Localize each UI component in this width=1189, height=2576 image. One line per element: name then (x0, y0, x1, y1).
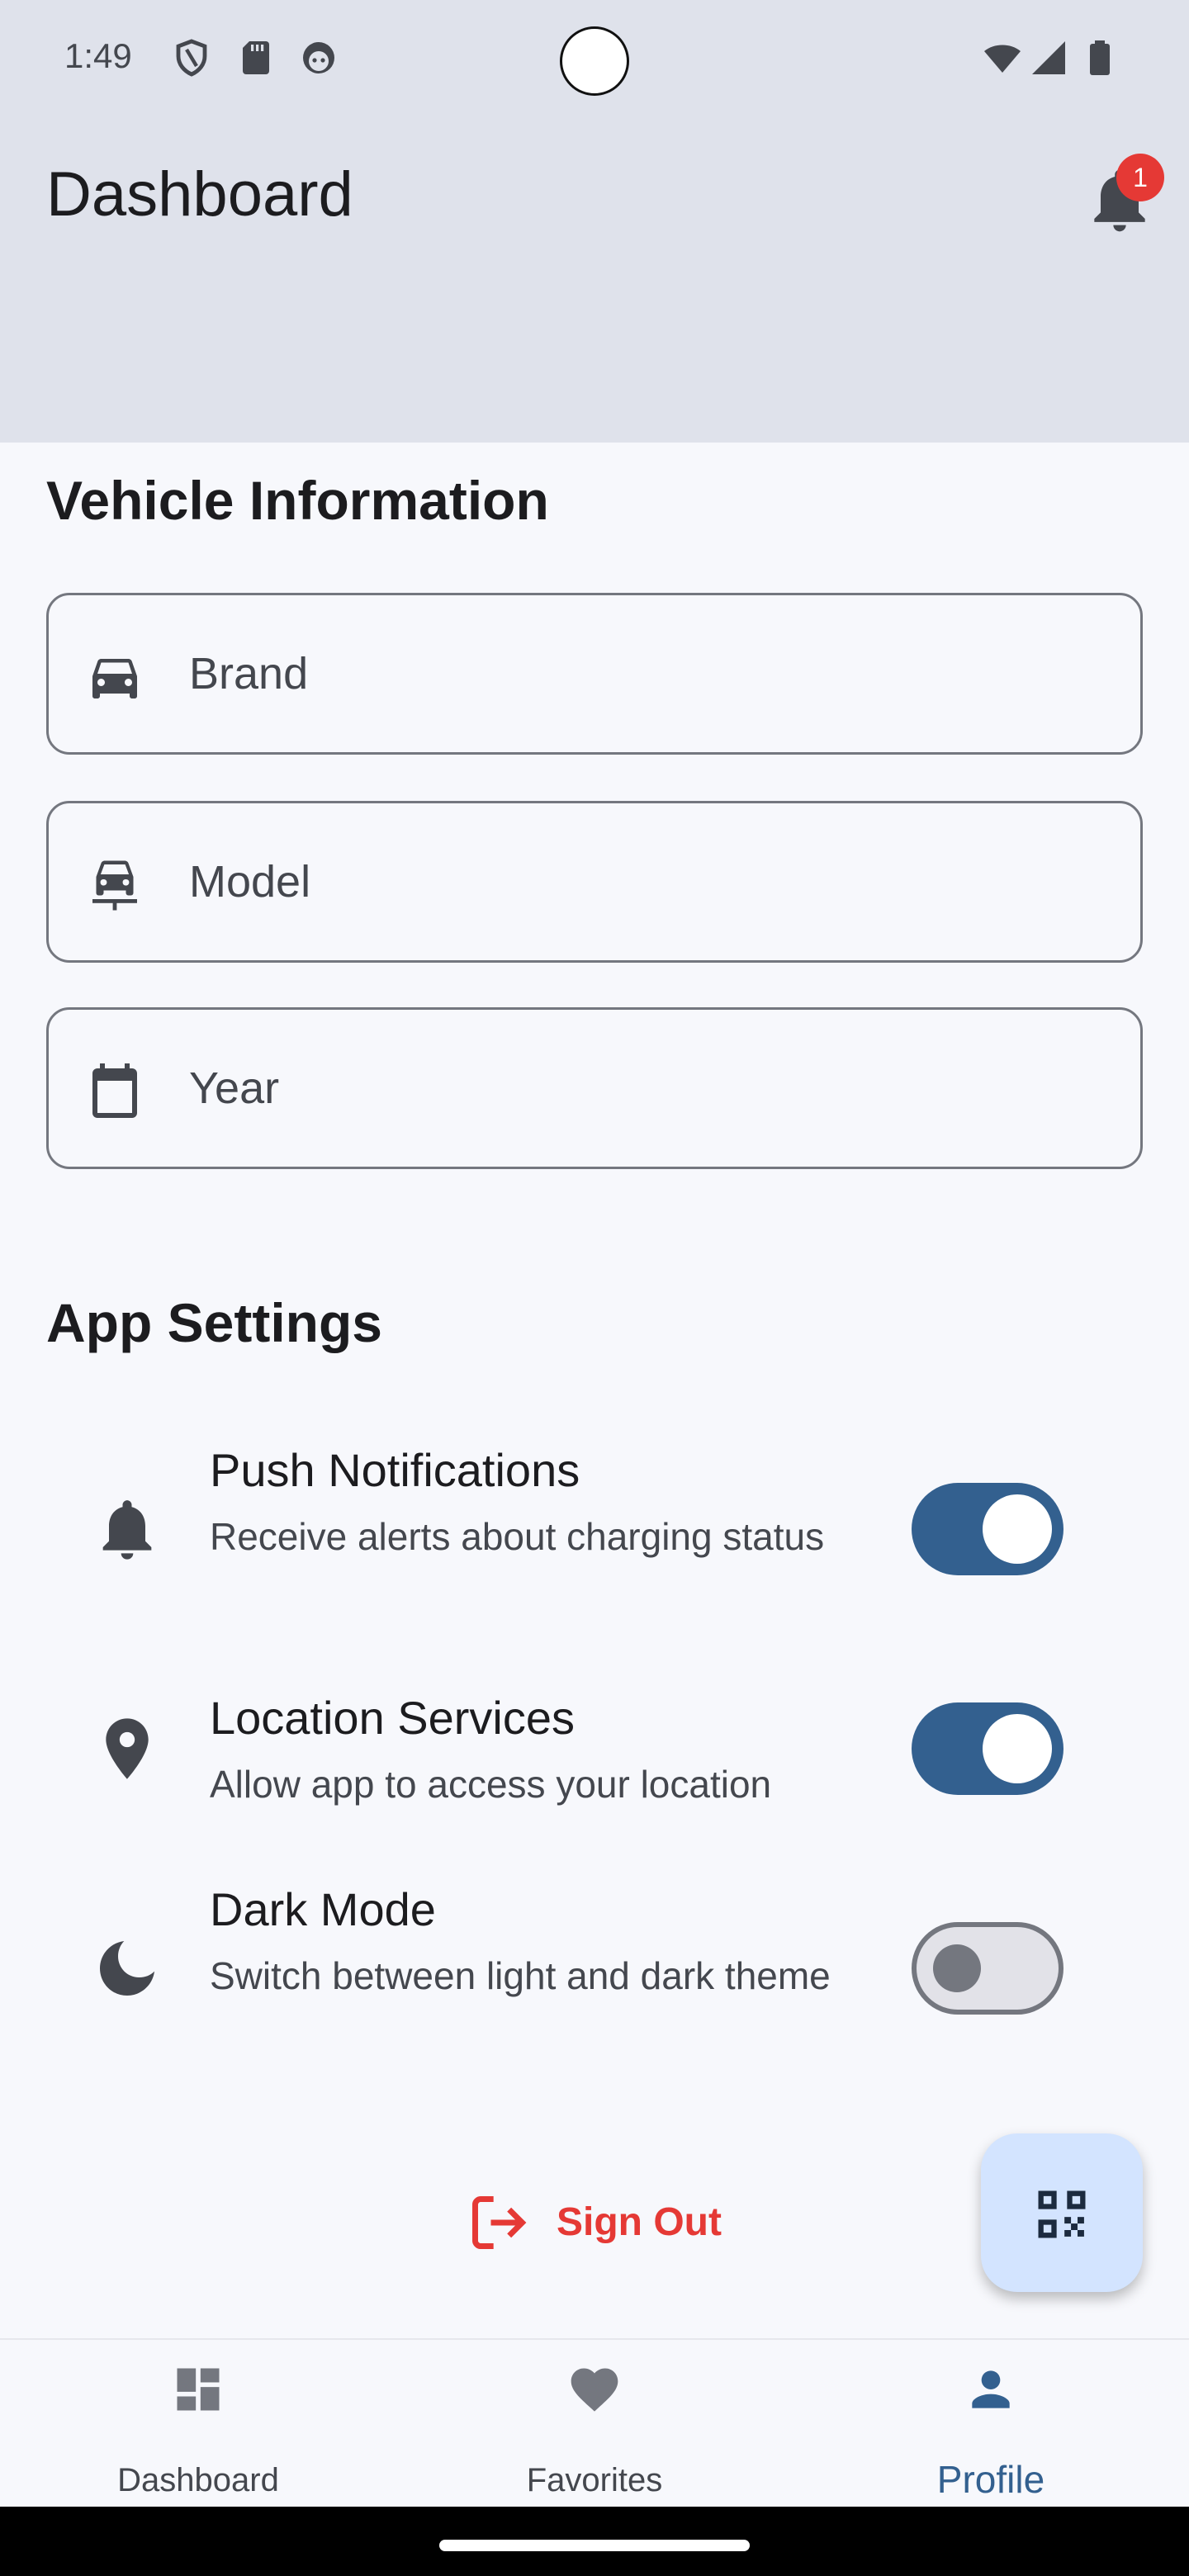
toggle-knob (933, 1944, 981, 1992)
sign-out-button[interactable]: Sign Out (467, 2188, 732, 2257)
gesture-handle[interactable] (439, 2540, 750, 2551)
battery-icon (1090, 40, 1110, 75)
system-gesture-bar (0, 2507, 1189, 2576)
brand-field[interactable]: Brand (46, 593, 1143, 755)
scan-qr-button[interactable] (981, 2133, 1143, 2292)
toggle-knob (983, 1714, 1052, 1783)
location-pin-icon (106, 1718, 149, 1779)
nav-label-dashboard: Dashboard (117, 2462, 279, 2498)
nav-label-profile: Profile (936, 2458, 1045, 2501)
cellular-signal-icon (1032, 41, 1065, 74)
qr-code-icon (1038, 2190, 1086, 2238)
push-notifications-toggle[interactable] (912, 1483, 1063, 1575)
sd-card-icon (243, 41, 269, 74)
brand-field-placeholder: Brand (189, 649, 309, 698)
model-field[interactable]: Model (46, 801, 1143, 963)
location-services-title: Location Services (210, 1692, 576, 1744)
notification-badge: 1 (1116, 154, 1164, 201)
year-field[interactable]: Year (46, 1007, 1143, 1169)
dark-mode-description: Switch between light and dark theme (210, 1954, 831, 1997)
wifi-icon (984, 45, 1021, 73)
app-header: 1:49 Dashboard 1 (0, 0, 1189, 443)
status-time: 1:49 (64, 36, 132, 75)
bottom-nav: Dashboard Favorites Profile (0, 2338, 1189, 2507)
car-icon (92, 659, 137, 698)
vehicle-section-title: Vehicle Information (46, 470, 549, 531)
bell-icon (102, 1500, 152, 1560)
dashboard-icon (177, 2368, 220, 2411)
logout-icon (472, 2196, 527, 2249)
calendar-icon (92, 1063, 137, 1118)
nav-item-dashboard[interactable]: Dashboard (0, 2340, 396, 2508)
nav-item-profile[interactable]: Profile (793, 2340, 1189, 2508)
sign-out-label: Sign Out (557, 2200, 722, 2244)
status-bar: 1:49 (0, 0, 1189, 116)
car-front-icon (92, 860, 137, 911)
push-notifications-title: Push Notifications (210, 1444, 580, 1496)
nav-label-favorites: Favorites (526, 2462, 663, 2498)
location-services-toggle[interactable] (912, 1702, 1063, 1795)
shield-icon (176, 39, 207, 77)
robot-face-icon (303, 42, 334, 73)
model-field-placeholder: Model (189, 857, 311, 907)
year-field-placeholder: Year (189, 1063, 280, 1113)
camera-cutout (560, 26, 629, 96)
location-services-description: Allow app to access your location (210, 1763, 772, 1806)
push-notifications-description: Receive alerts about charging status (210, 1515, 825, 1558)
page-title: Dashboard (46, 159, 353, 230)
nav-item-favorites[interactable]: Favorites (396, 2340, 793, 2508)
dark-mode-title: Dark Mode (210, 1883, 436, 1935)
toggle-knob (983, 1494, 1052, 1564)
heart-icon (571, 2368, 618, 2412)
moon-icon (100, 1941, 154, 1996)
person-icon (972, 2370, 1010, 2408)
settings-section-title: App Settings (46, 1292, 382, 1353)
dark-mode-toggle[interactable] (912, 1922, 1063, 2015)
